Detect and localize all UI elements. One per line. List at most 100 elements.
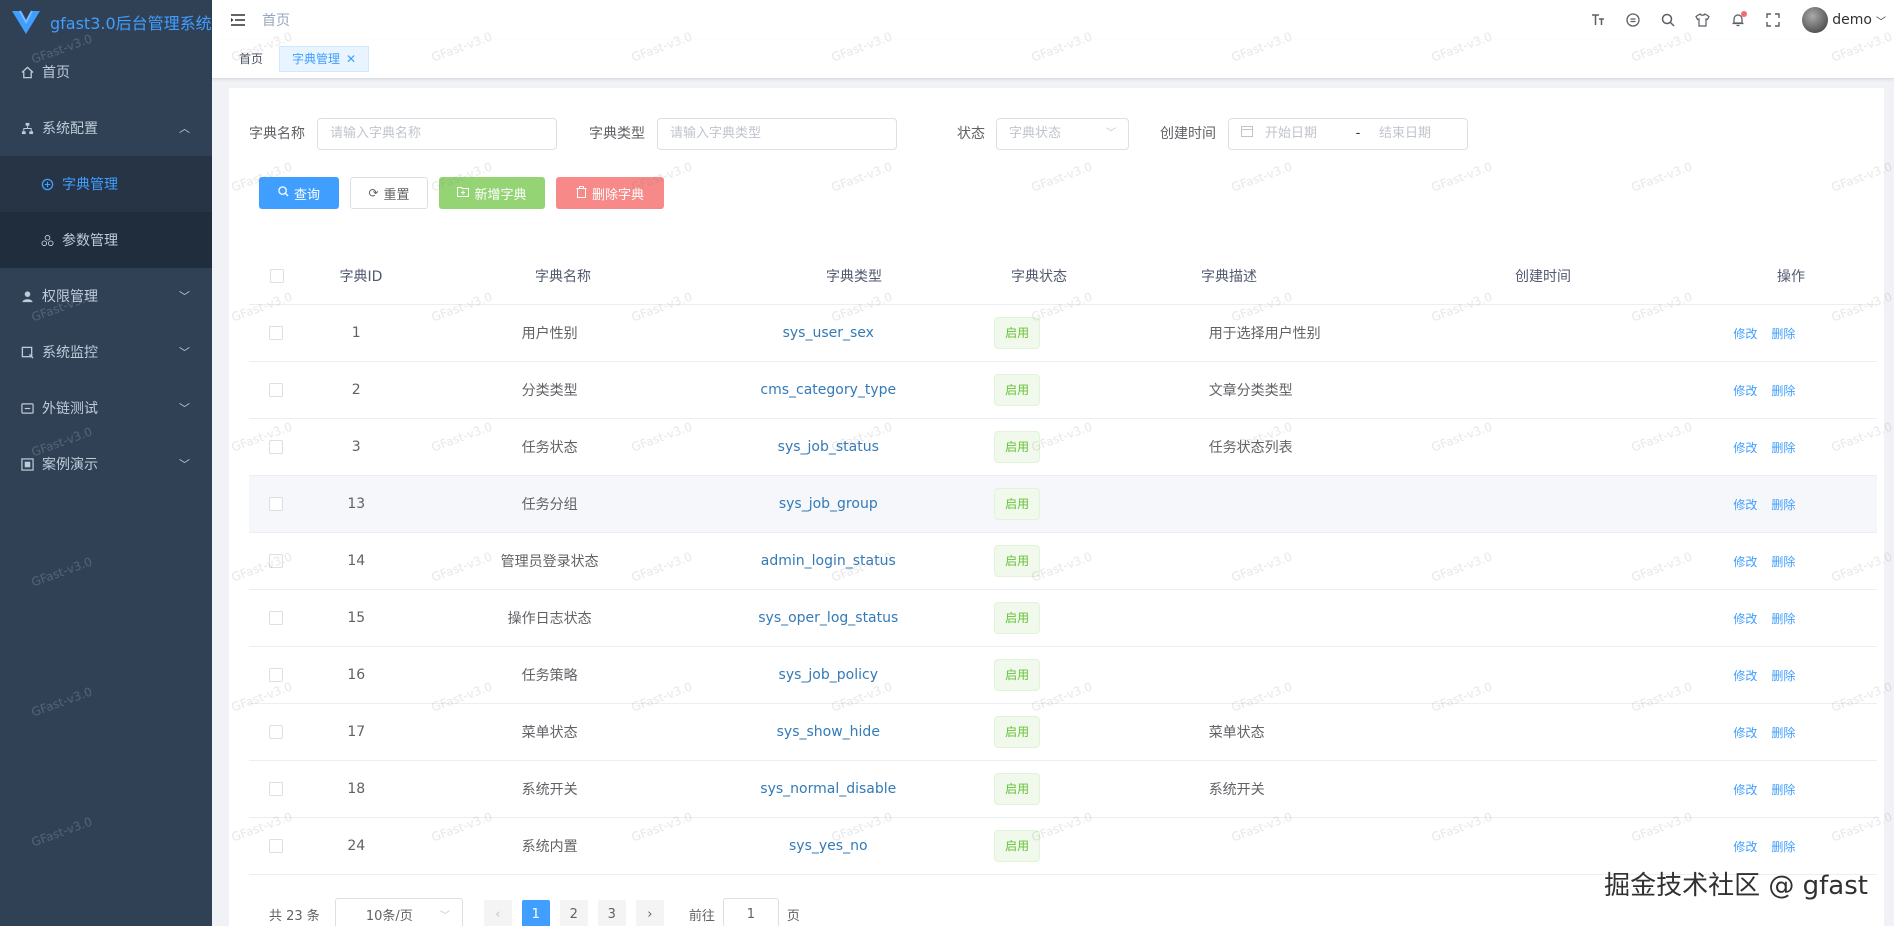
delete-link[interactable]: 删除 [1771,726,1795,740]
select-all-checkbox[interactable] [249,269,305,283]
goto-page-input[interactable]: 1 [722,898,779,926]
row-checkbox[interactable] [249,326,303,340]
delete-link[interactable]: 删除 [1771,384,1795,398]
table-row: 15 操作日志状态 sys_oper_log_status 启用 修改 删除 [249,590,1877,647]
add-dict-button[interactable]: 新增字典 [439,177,545,209]
sidebar-item-home[interactable]: 首页 [0,44,212,100]
cell-actions: 修改 删除 [1733,610,1877,627]
dict-type-link[interactable]: sys_normal_disable [760,781,896,797]
page-size-select[interactable]: 10条/页 ﹀ [334,898,463,926]
delete-link[interactable]: 删除 [1771,840,1795,854]
bell-icon[interactable] [1720,11,1755,27]
main-content: 字典名称 请输入字典名称 字典类型 请输入字典类型 状态 字典状态 ﹀ 创建时间… [229,88,1884,926]
cell-dict-type: sys_user_sex [689,325,967,341]
dict-type-input[interactable]: 请输入字典类型 [657,118,897,150]
row-checkbox[interactable] [249,554,303,568]
app-logo[interactable]: gfast3.0后台管理系统 [0,0,212,44]
sidebar-group-system-config[interactable]: 系统配置 ︿ [0,100,212,156]
row-checkbox[interactable] [249,440,303,454]
delete-link[interactable]: 删除 [1771,327,1795,341]
table-row: 17 菜单状态 sys_show_hide 启用 菜单状态 修改 删除 [249,704,1877,761]
theme-icon[interactable] [1685,13,1720,27]
dict-type-link[interactable]: sys_yes_no [789,838,868,854]
dict-type-placeholder: 请输入字典类型 [670,126,762,141]
hamburger-icon[interactable] [228,10,248,30]
sidebar-group-monitor[interactable]: 系统监控 ﹀ [0,324,212,380]
sidebar-item-dict-manage[interactable]: 字典管理 [0,156,212,212]
reset-button[interactable]: ⟳ 重置 [350,177,428,209]
edit-link[interactable]: 修改 [1733,726,1757,740]
edit-link[interactable]: 修改 [1733,498,1757,512]
dict-type-link[interactable]: sys_job_policy [779,667,878,683]
dict-type-link[interactable]: sys_job_status [778,439,879,455]
row-checkbox[interactable] [249,497,303,511]
sidebar-group-external-link[interactable]: 外链测试 ﹀ [0,380,212,436]
query-button[interactable]: 查询 [259,177,339,209]
edit-link[interactable]: 修改 [1733,669,1757,683]
row-checkbox[interactable] [249,725,303,739]
cell-dict-status: 启用 [967,773,1067,805]
next-page-button[interactable]: › [635,900,664,926]
pagination: 共 23 条 10条/页 ﹀ ‹ 1 2 3 › 前往 1 页 [269,898,800,926]
delete-link[interactable]: 删除 [1771,669,1795,683]
pagination-total: 共 23 条 [269,908,320,924]
dict-type-link[interactable]: sys_job_group [779,496,878,512]
table-row: 1 用户性别 sys_user_sex 启用 用于选择用户性别 修改 删除 [249,305,1877,362]
row-checkbox[interactable] [249,383,303,397]
github-icon[interactable] [1615,13,1650,27]
cell-dict-type: sys_oper_log_status [689,610,967,626]
sidebar-group-demo[interactable]: 案例演示 ﹀ [0,436,212,492]
dict-type-link[interactable]: admin_login_status [761,553,896,569]
dict-type-link[interactable]: sys_user_sex [783,325,874,341]
edit-link[interactable]: 修改 [1733,384,1757,398]
edit-link[interactable]: 修改 [1733,441,1757,455]
dict-type-link[interactable]: cms_category_type [760,382,896,398]
cell-dict-name: 用户性别 [521,326,578,342]
page-button[interactable]: 3 [597,900,626,926]
cell-dict-id: 3 [351,439,361,455]
delete-link[interactable]: 删除 [1771,441,1795,455]
dict-name-input[interactable]: 请输入字典名称 [317,118,557,150]
tag-home[interactable]: 首页 [227,46,275,72]
row-checkbox[interactable] [249,839,303,853]
delete-link[interactable]: 删除 [1771,783,1795,797]
sidebar-item-param-manage[interactable]: 参数管理 [0,212,212,268]
edit-link[interactable]: 修改 [1733,612,1757,626]
user-dropdown[interactable]: demo ﹀ [1802,7,1886,33]
close-icon[interactable]: ✕ [346,46,356,72]
status-select[interactable]: 字典状态 ﹀ [996,118,1129,150]
tag-dict-manage[interactable]: 字典管理 ✕ [279,46,370,72]
delete-link[interactable]: 删除 [1771,612,1795,626]
avatar [1802,7,1829,33]
row-checkbox[interactable] [249,611,303,625]
page-button[interactable]: 1 [521,900,550,926]
edit-link[interactable]: 修改 [1733,327,1757,341]
edit-link[interactable]: 修改 [1733,555,1757,569]
page-size-value: 10条/页 [365,908,413,924]
start-date-placeholder[interactable]: 开始日期 [1265,119,1345,149]
dict-type-link[interactable]: sys_show_hide [777,724,880,740]
cell-dict-status: 启用 [967,545,1067,577]
delete-link[interactable]: 删除 [1771,498,1795,512]
sidebar-group-permission[interactable]: 权限管理 ﹀ [0,268,212,324]
prev-page-button[interactable]: ‹ [483,900,512,926]
cell-dict-status: 启用 [967,602,1067,634]
page-button[interactable]: 2 [559,900,588,926]
query-label: 查询 [293,187,320,203]
edit-link[interactable]: 修改 [1733,783,1757,797]
fullscreen-icon[interactable] [1755,13,1790,27]
search-icon[interactable] [1650,13,1685,27]
edit-link[interactable]: 修改 [1733,840,1757,854]
delete-link[interactable]: 删除 [1771,555,1795,569]
date-range-picker[interactable]: 开始日期 - 结束日期 [1228,118,1468,150]
row-checkbox[interactable] [249,668,303,682]
breadcrumb[interactable]: 首页 [262,10,290,30]
logo-icon [12,10,40,34]
status-badge: 启用 [994,374,1041,406]
delete-dict-button[interactable]: 删除字典 [556,177,664,209]
cell-dict-type: sys_show_hide [689,724,967,740]
end-date-placeholder[interactable]: 结束日期 [1379,119,1431,149]
row-checkbox[interactable] [249,782,303,796]
font-size-icon[interactable] [1580,13,1615,27]
dict-type-link[interactable]: sys_oper_log_status [758,610,898,626]
